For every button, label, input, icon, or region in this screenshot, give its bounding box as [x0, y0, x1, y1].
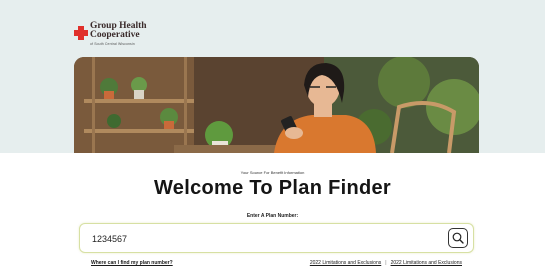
limitations-links: 2022 Limitations and Exclusions | 2022 L…: [310, 260, 462, 266]
group-health-logo[interactable]: Group Health Cooperative of South Centra…: [74, 21, 147, 46]
page-title: Welcome To Plan Finder: [153, 177, 391, 199]
hero-image: [74, 57, 479, 153]
logo-line-2: Cooperative: [90, 30, 140, 40]
logo-text: Group Health Cooperative of South Centra…: [90, 21, 147, 46]
search-icon: [452, 232, 464, 244]
plan-number-label: Enter A Plan Number:: [246, 213, 299, 219]
woman-using-smartphone-photo: [74, 57, 479, 153]
limitations-link-2[interactable]: 2022 Limitations and Exclusions: [391, 260, 462, 266]
find-plan-number-link[interactable]: Where can I find my plan number?: [91, 260, 173, 266]
red-cross-icon: [74, 26, 88, 40]
logo-subline: of South Central Wisconsin: [90, 42, 135, 46]
plan-number-input[interactable]: [92, 232, 392, 246]
tagline: Your Source For Benefit Information: [240, 170, 305, 175]
limitations-link-1[interactable]: 2022 Limitations and Exclusions: [310, 260, 381, 266]
plan-search-box: [79, 223, 474, 253]
search-button[interactable]: [448, 228, 468, 248]
link-separator: |: [385, 260, 387, 266]
